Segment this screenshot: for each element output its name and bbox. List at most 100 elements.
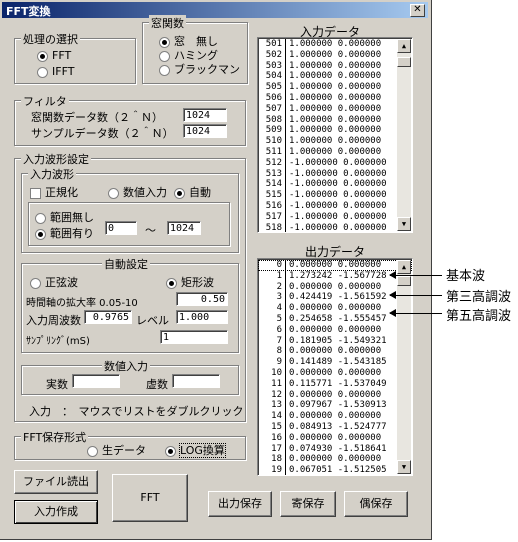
window-count-label: 窓関数データ数（２＾Ｎ）	[31, 111, 163, 124]
scroll-up-button[interactable]: ▲	[397, 39, 411, 53]
list-row[interactable]: 507 1.000000 0.000000	[258, 103, 412, 115]
list-row[interactable]: 518 -1.000000 0.000000	[258, 222, 412, 232]
list-row[interactable]: 516 -1.000000 0.000000	[258, 200, 412, 212]
list-row[interactable]: 8 0.000000 0.000000	[258, 346, 412, 358]
list-row[interactable]: 512 -1.000000 0.000000	[258, 157, 412, 169]
fft-window: FFT変換 ✕ 処理の選択 FFT IFFT 窓関数 窓 無し ハミング ブラッ…	[0, 0, 432, 540]
level-input[interactable]: 1.000	[176, 310, 228, 324]
title-bar[interactable]: FFT変換 ✕	[2, 2, 428, 18]
real-label: 実数	[46, 378, 68, 391]
list-row[interactable]: 510 1.000000 0.000000	[258, 136, 412, 147]
radio-range-none[interactable]: 範囲無し	[35, 209, 94, 225]
row-separator	[285, 200, 286, 212]
list-row[interactable]: 503 1.000000 0.000000	[258, 60, 412, 72]
row-value: -1.000000 0.000000	[289, 157, 387, 168]
save-even-button[interactable]: 偶保存	[344, 491, 408, 517]
time-scale-input[interactable]: 0.50	[176, 292, 228, 306]
row-index: 513	[265, 168, 282, 179]
list-row[interactable]: 17 0.074930 -1.518641	[258, 443, 412, 455]
sampling-input[interactable]: 1	[160, 330, 228, 344]
sampling-count-input[interactable]: 1024	[183, 124, 227, 138]
input-data-list[interactable]: 501 1.000000 0.000000 502 1.000000 0.000000…	[257, 37, 413, 233]
row-separator	[285, 157, 286, 169]
row-separator	[285, 92, 286, 104]
list-row[interactable]: 10 0.000000 0.000000	[258, 367, 412, 379]
list-row[interactable]: 6 0.000000 0.000000	[258, 324, 412, 336]
list-row[interactable]: 19 0.067051 -1.512505	[258, 465, 412, 475]
radio-raw-data[interactable]: 生データ	[87, 442, 146, 458]
list-row[interactable]: 11 0.115771 -1.537049	[258, 378, 412, 390]
real-input[interactable]	[72, 374, 120, 388]
radio-ifft[interactable]: IFFT	[37, 65, 74, 78]
list-row[interactable]: 7 0.181905 -1.549321	[258, 335, 412, 347]
normalize-checkbox[interactable]: 正規化	[30, 184, 78, 200]
list-row[interactable]: 16 0.000000 0.000000	[258, 432, 412, 444]
radio-auto[interactable]: 自動	[174, 184, 211, 200]
list-row[interactable]: 502 1.000000 0.000000	[258, 49, 412, 61]
list-row[interactable]: 508 1.000000 0.000000	[258, 114, 412, 126]
row-separator	[285, 357, 286, 368]
list-row[interactable]: 501 1.000000 0.000000	[258, 39, 412, 50]
row-separator	[285, 39, 286, 50]
list-row[interactable]: 513 -1.000000 0.000000	[258, 168, 412, 180]
row-separator	[285, 222, 286, 232]
list-row[interactable]: 515 -1.000000 0.000000	[258, 190, 412, 201]
radio-blackman[interactable]: ブラックマン	[159, 61, 240, 77]
output-list-scrollbar[interactable]: ▲ ▼	[397, 260, 411, 474]
list-row[interactable]: 9 0.141489 -1.543185	[258, 357, 412, 368]
save-odd-button[interactable]: 寄保存	[280, 491, 336, 517]
save-output-button[interactable]: 出力保存	[208, 491, 272, 517]
row-index: 17	[271, 443, 282, 454]
radio-square[interactable]: 矩形波	[166, 274, 214, 290]
radio-numeric-input[interactable]: 数値入力	[108, 184, 167, 200]
scroll-thumb[interactable]	[397, 276, 411, 286]
list-row[interactable]: 506 1.000000 0.000000	[258, 92, 412, 104]
list-row[interactable]: 15 0.084913 -1.524777	[258, 421, 412, 433]
frequency-input[interactable]: 0.9765	[84, 310, 132, 324]
sampling-count-label: サンプルデータ数（２＾Ｎ）	[31, 127, 174, 140]
fft-button[interactable]: FFT	[112, 474, 188, 522]
list-row[interactable]: 13 0.097967 -1.530913	[258, 400, 412, 412]
list-row[interactable]: 514 -1.000000 0.000000	[258, 179, 412, 191]
create-input-button[interactable]: 入力作成	[14, 500, 98, 524]
list-row[interactable]: 504 1.000000 0.000000	[258, 71, 412, 83]
row-index: 2	[276, 281, 282, 292]
radio-range[interactable]: 範囲有り	[35, 225, 94, 241]
annotation-fundamental: 基本波	[446, 269, 486, 284]
radio-sine[interactable]: 正弦波	[30, 274, 78, 290]
radio-icon	[37, 66, 48, 78]
list-row[interactable]: 14 0.000000 0.000000	[258, 411, 412, 422]
list-row[interactable]: 511 1.000000 0.000000	[258, 146, 412, 158]
list-row[interactable]: 12 0.000000 0.000000	[258, 389, 412, 401]
list-row[interactable]: 517 -1.000000 0.000000	[258, 211, 412, 223]
row-separator	[285, 313, 286, 325]
radio-fft[interactable]: FFT	[37, 49, 71, 62]
imag-input[interactable]	[172, 374, 220, 388]
radio-icon	[35, 228, 46, 240]
list-row[interactable]: 18 0.000000 0.000000	[258, 454, 412, 466]
row-separator	[285, 82, 286, 93]
range-from-input[interactable]: 0	[105, 221, 137, 235]
scroll-down-button[interactable]: ▼	[397, 460, 411, 474]
row-value: -1.000000 0.000000	[289, 168, 387, 179]
input-list-scrollbar[interactable]: ▲ ▼	[397, 39, 411, 231]
save-format-title: FFT保存形式	[21, 429, 89, 445]
list-row[interactable]: 0 0.000000 0.000000	[258, 260, 412, 271]
list-row[interactable]: 509 1.000000 0.000000	[258, 125, 412, 137]
row-separator	[285, 454, 286, 466]
row-value: 1.000000 0.000000	[289, 125, 382, 136]
row-value: 0.254658 -1.555457	[289, 313, 387, 324]
row-separator	[285, 292, 286, 304]
file-read-button[interactable]: ファイル読出	[14, 470, 98, 494]
scroll-up-button[interactable]: ▲	[397, 260, 411, 274]
row-value: 0.000000 0.000000	[289, 367, 382, 378]
fundamental-arrow	[389, 271, 442, 279]
scroll-down-button[interactable]: ▼	[397, 217, 411, 231]
list-row[interactable]: 505 1.000000 0.000000	[258, 82, 412, 93]
close-button[interactable]: ✕	[410, 4, 425, 17]
scroll-thumb[interactable]	[397, 57, 411, 67]
row-index: 1	[276, 270, 282, 281]
radio-log[interactable]: LOG換算	[165, 442, 226, 458]
range-to-input[interactable]: 1024	[167, 221, 201, 235]
window-count-input[interactable]: 1024	[183, 108, 227, 122]
